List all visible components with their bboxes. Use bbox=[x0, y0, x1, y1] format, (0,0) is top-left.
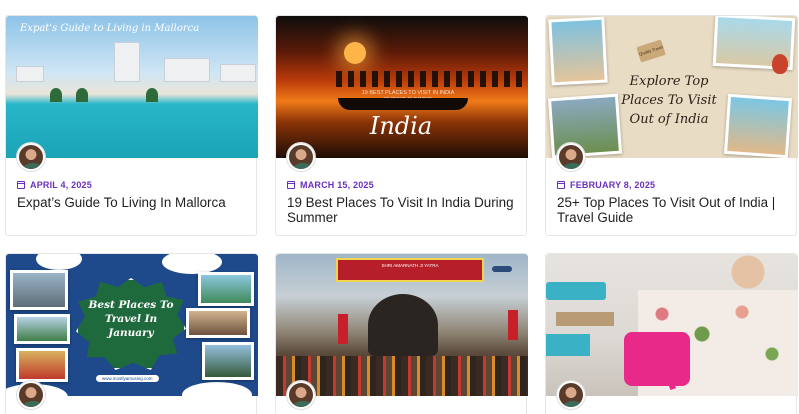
thumbnail-url: www.mostlyamusing.com bbox=[96, 375, 159, 382]
post-date: MARCH 15, 2025 bbox=[287, 180, 374, 190]
author-avatar[interactable] bbox=[557, 143, 585, 171]
thumbnail-headline: Explore Top Places To Visit Out of India bbox=[621, 74, 717, 127]
post-title[interactable]: Expat’s Guide To Living In Mallorca bbox=[17, 195, 252, 210]
post-date-text: APRIL 4, 2025 bbox=[30, 180, 92, 190]
cloud bbox=[162, 254, 222, 274]
cafe-seat bbox=[546, 282, 606, 300]
collage-photo bbox=[202, 342, 254, 380]
author-avatar[interactable] bbox=[17, 381, 45, 409]
post-card-cafe[interactable] bbox=[545, 253, 798, 414]
boat-silhouette bbox=[338, 98, 468, 110]
collage-photo bbox=[723, 93, 793, 158]
quality-tag: Quality Travel bbox=[636, 39, 666, 63]
thumbnail-script-title: India bbox=[369, 112, 433, 140]
thumbnail-badge-text: Best Places To Travel In January bbox=[88, 299, 174, 339]
collage-photo bbox=[14, 314, 70, 344]
post-date: FEBRUARY 8, 2025 bbox=[557, 180, 655, 190]
palm-tree bbox=[146, 88, 158, 102]
cafe-seat bbox=[546, 334, 590, 356]
thumbnail-banner-text: SHRI AMARNATH JI YATRA bbox=[381, 263, 439, 268]
collage-photo bbox=[548, 16, 608, 86]
post-card-out-of-india[interactable]: Quality Travel Explore Top Places To Vis… bbox=[545, 15, 798, 236]
tree-silhouettes bbox=[336, 71, 528, 87]
sun-graphic bbox=[344, 42, 366, 64]
post-title[interactable]: 19 Best Places To Visit In India During … bbox=[287, 195, 522, 225]
post-date: APRIL 4, 2025 bbox=[17, 180, 92, 190]
helicopter bbox=[492, 266, 512, 272]
cloud bbox=[182, 382, 252, 396]
author-avatar[interactable] bbox=[287, 143, 315, 171]
post-thumbnail-cafe[interactable] bbox=[546, 254, 798, 396]
author-avatar[interactable] bbox=[17, 143, 45, 171]
calendar-icon bbox=[557, 181, 565, 189]
building bbox=[16, 66, 44, 82]
author-avatar[interactable] bbox=[287, 381, 315, 409]
post-card-january[interactable]: Best Places To Travel In January www.mos… bbox=[5, 253, 258, 414]
building bbox=[220, 64, 256, 82]
thumbnail-banner: SHRI AMARNATH JI YATRA bbox=[336, 258, 484, 282]
palm-tree bbox=[76, 88, 88, 102]
post-thumbnail-january[interactable]: Best Places To Travel In January www.mos… bbox=[6, 254, 258, 396]
collage-photo bbox=[186, 308, 250, 338]
flag bbox=[338, 314, 348, 344]
collage-photo bbox=[198, 272, 254, 306]
post-card-amarnath[interactable]: SHRI AMARNATH JI YATRA bbox=[275, 253, 528, 414]
pink-handbag bbox=[624, 332, 690, 386]
thumbnail-caption: Expat's Guide to Living in Mallorca bbox=[20, 23, 200, 34]
post-card-india-summer[interactable]: 19 BEST PLACES TO VISIT IN INDIA DURING … bbox=[275, 15, 528, 236]
flag bbox=[508, 310, 518, 340]
post-date-text: FEBRUARY 8, 2025 bbox=[570, 180, 656, 190]
building bbox=[164, 58, 210, 82]
hot-air-balloon bbox=[772, 54, 788, 74]
post-thumbnail-out-of-india[interactable]: Quality Travel Explore Top Places To Vis… bbox=[546, 16, 798, 158]
blog-post-grid: Expat's Guide to Living in Mallorca APRI… bbox=[0, 0, 799, 414]
palm-tree bbox=[50, 88, 62, 102]
post-title[interactable]: 25+ Top Places To Visit Out of India | T… bbox=[557, 195, 792, 225]
post-thumbnail-india[interactable]: 19 BEST PLACES TO VISIT IN INDIA DURING … bbox=[276, 16, 528, 158]
collage-photo bbox=[10, 270, 68, 310]
cloud bbox=[36, 254, 82, 270]
building bbox=[114, 42, 140, 82]
cafe-table bbox=[556, 312, 614, 326]
post-date-text: MARCH 15, 2025 bbox=[300, 180, 374, 190]
collage-photo bbox=[16, 348, 68, 382]
cave-entrance bbox=[368, 294, 438, 356]
post-card-mallorca[interactable]: Expat's Guide to Living in Mallorca APRI… bbox=[5, 15, 258, 236]
post-thumbnail-amarnath[interactable]: SHRI AMARNATH JI YATRA bbox=[276, 254, 528, 396]
calendar-icon bbox=[17, 181, 25, 189]
calendar-icon bbox=[287, 181, 295, 189]
author-avatar[interactable] bbox=[557, 381, 585, 409]
post-thumbnail-mallorca[interactable]: Expat's Guide to Living in Mallorca bbox=[6, 16, 258, 158]
